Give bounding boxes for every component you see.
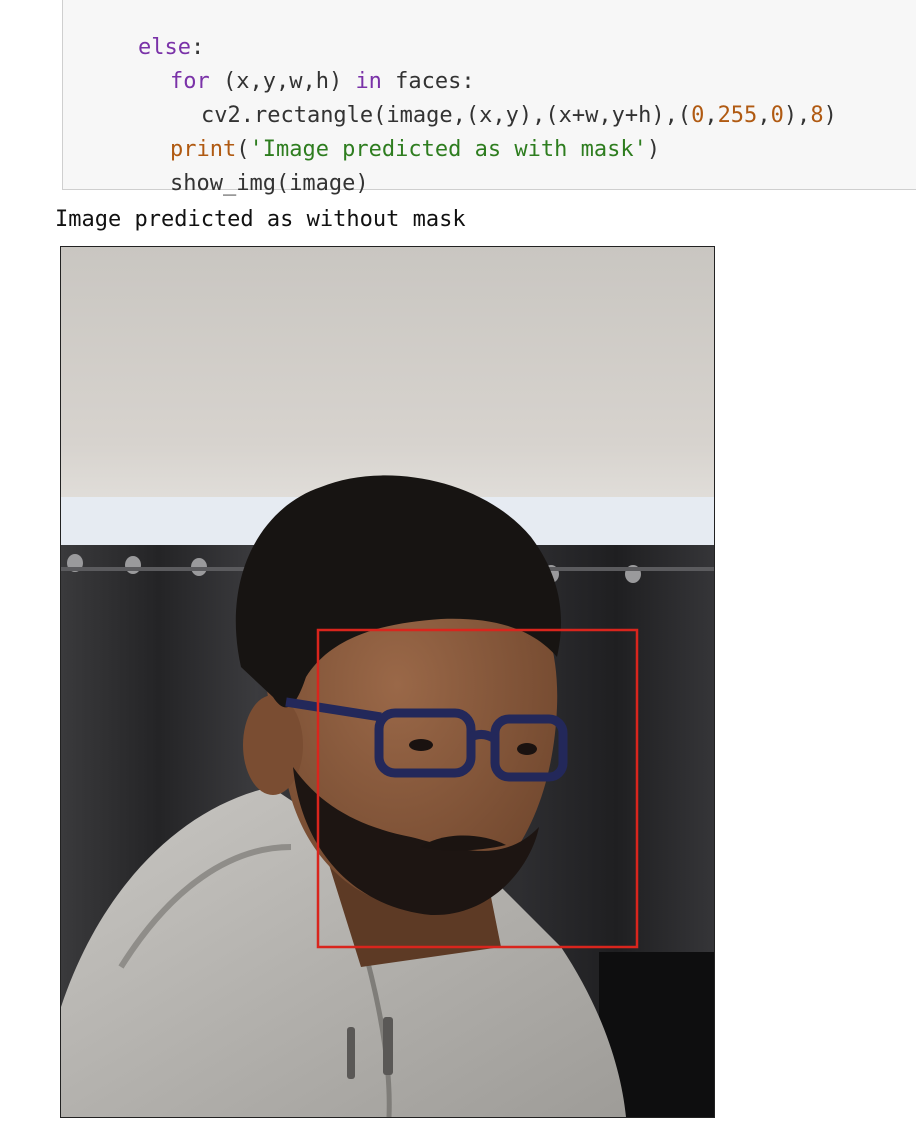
- show-img-call: show_img(image): [169, 171, 369, 196]
- output-image: [60, 246, 715, 1118]
- comma-b: ,: [757, 103, 771, 128]
- code-line-show-img: show_img(image): [117, 139, 369, 196]
- photo-illustration: [61, 247, 714, 1117]
- number-0a: 0: [691, 103, 705, 128]
- number-8: 8: [810, 103, 824, 128]
- close-paren: ): [823, 103, 837, 128]
- zipper-pull: [383, 1017, 393, 1075]
- code-line-print: print('Image predicted as with mask'): [117, 105, 660, 162]
- code-line-else: else:: [85, 3, 204, 60]
- number-255: 255: [717, 103, 758, 128]
- comma-a: ,: [704, 103, 718, 128]
- paren-comma: ),: [783, 103, 811, 128]
- code-line-rectangle: cv2.rectangle(image,(x,y),(x+w,y+h),(0,2…: [148, 71, 837, 128]
- output-stdout: Image predicted as without mask: [55, 207, 466, 232]
- code-cell[interactable]: else: for (x,y,w,h) in faces: cv2.rectan…: [62, 0, 916, 196]
- ear: [243, 695, 303, 795]
- ceiling: [61, 247, 714, 509]
- close-paren-print: ): [646, 137, 661, 162]
- code-line-for: for (x,y,w,h) in faces:: [117, 37, 475, 94]
- number-0b: 0: [770, 103, 784, 128]
